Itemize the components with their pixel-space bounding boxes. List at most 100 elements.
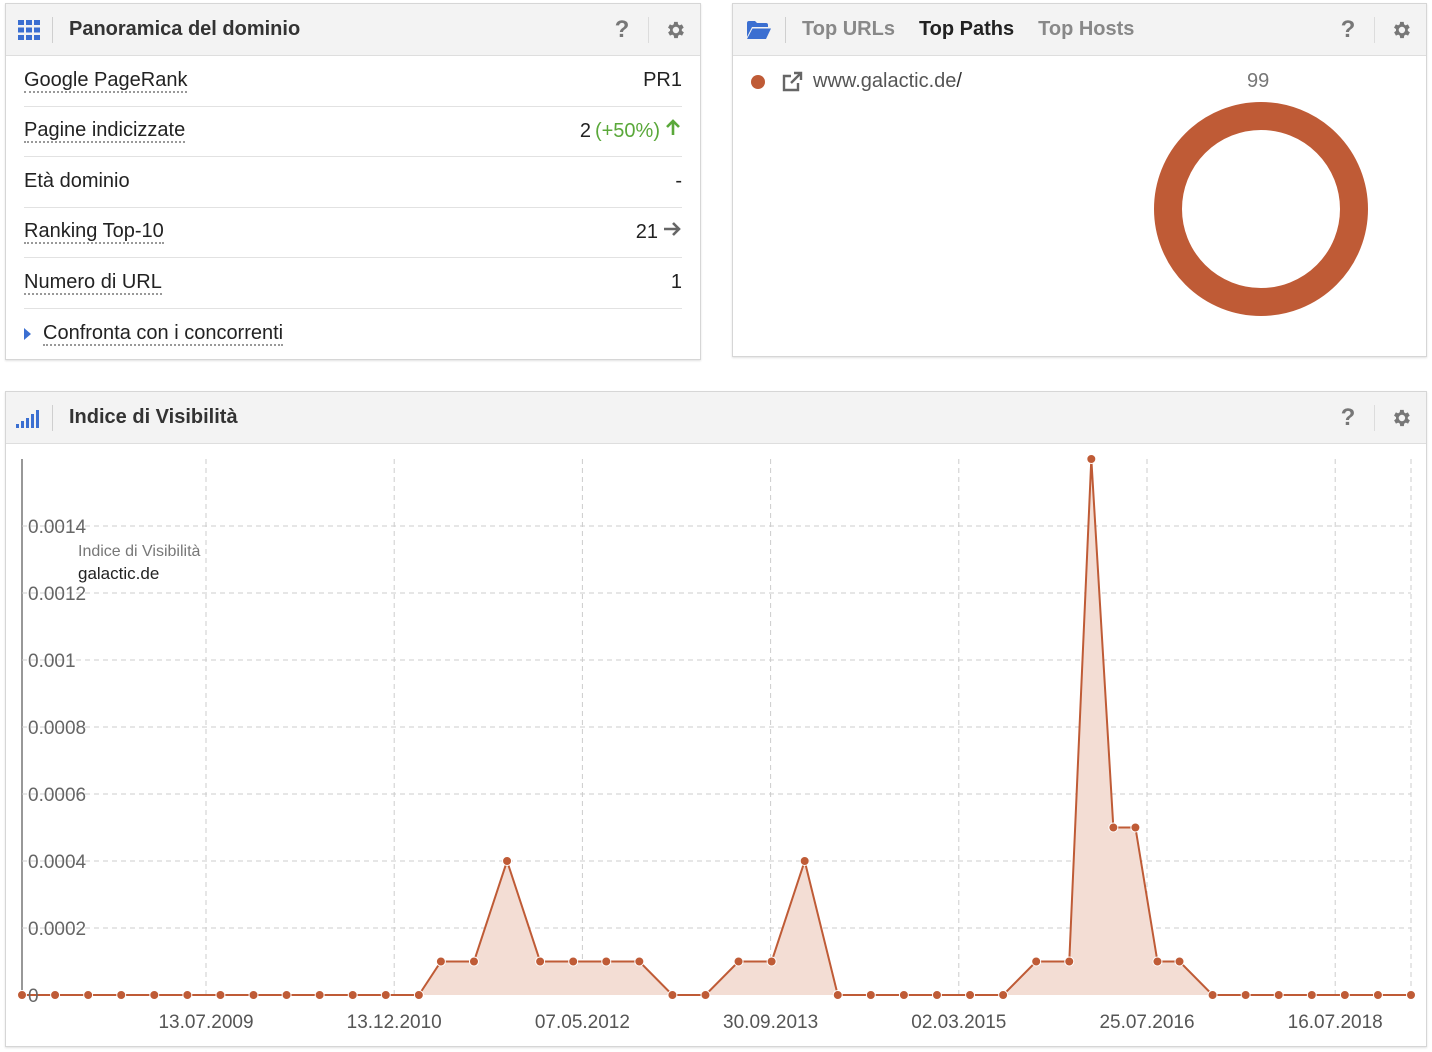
data-point[interactable] [413, 990, 424, 1000]
data-point[interactable] [700, 990, 711, 1000]
data-point[interactable] [1031, 956, 1042, 967]
right-arrow-icon [662, 220, 682, 244]
data-point[interactable] [1372, 990, 1383, 1000]
data-point[interactable] [667, 990, 678, 1000]
data-point[interactable] [182, 990, 193, 1000]
overview-header: Panoramica del dominio ? [6, 4, 700, 56]
y-tick-label: 0.001 [28, 651, 76, 672]
tab-top-paths[interactable]: Top Paths [919, 18, 1014, 41]
data-point[interactable] [1108, 822, 1119, 833]
data-point[interactable] [1273, 990, 1284, 1000]
series-dot [751, 74, 765, 89]
help-icon[interactable]: ? [1322, 404, 1374, 432]
data-point[interactable] [380, 990, 391, 1000]
indexed-pages-value[interactable]: 2 [580, 120, 591, 143]
x-tick-label: 30.09.2013 [723, 1012, 818, 1033]
data-point[interactable] [281, 990, 292, 1000]
data-point[interactable] [1306, 990, 1317, 1000]
data-point[interactable] [1339, 990, 1350, 1000]
y-tick-label: 0.0002 [28, 919, 86, 940]
row-url-count: Numero di URL 1 [24, 258, 682, 309]
indexed-pages-label[interactable]: Pagine indicizzate [24, 119, 186, 144]
path-item: www.galactic.de / [751, 70, 962, 93]
data-point[interactable] [17, 990, 27, 1000]
x-tick-label: 13.07.2009 [158, 1012, 253, 1033]
data-point[interactable] [435, 956, 446, 967]
data-point[interactable] [1064, 956, 1075, 967]
data-point[interactable] [799, 856, 810, 866]
data-point[interactable] [468, 956, 479, 967]
data-point[interactable] [601, 956, 612, 967]
overview-title: Panoramica del dominio [69, 18, 301, 40]
grid-icon [6, 4, 52, 56]
data-point[interactable] [634, 956, 645, 967]
visibility-header: Indice di Visibilità ? [6, 392, 1426, 444]
pagerank-label[interactable]: Google PageRank [24, 69, 188, 93]
external-link-icon[interactable] [781, 71, 803, 93]
row-domain-age: Età dominio - [24, 157, 682, 208]
data-point[interactable] [1406, 990, 1416, 1000]
y-tick-label: 0.0006 [28, 785, 86, 806]
data-point[interactable] [766, 956, 777, 967]
url-count-label[interactable]: Numero di URL [24, 271, 162, 295]
y-tick-label: 0.0008 [28, 718, 86, 739]
domain-age-label: Età dominio [24, 170, 130, 193]
x-tick-label: 13.12.2010 [347, 1012, 442, 1033]
data-point[interactable] [149, 990, 160, 1000]
data-point[interactable] [965, 990, 976, 1000]
header-separator [52, 16, 53, 43]
data-point[interactable] [50, 990, 61, 1000]
visibility-panel: Indice di Visibilità ? 13.07.2009 13.12.2… [5, 391, 1427, 1047]
path-value: 99 [1247, 70, 1270, 92]
pagerank-value[interactable]: PR1 [643, 69, 682, 92]
data-point[interactable] [1130, 822, 1141, 833]
visibility-title: Indice di Visibilità [69, 406, 238, 428]
url-count-value[interactable]: 1 [671, 271, 682, 294]
data-point[interactable] [1174, 956, 1185, 967]
compare-competitors[interactable]: Confronta con i concorrenti [24, 309, 682, 359]
ranking-top10-value[interactable]: 21 [636, 221, 658, 244]
gear-icon[interactable] [1374, 17, 1426, 43]
help-icon[interactable]: ? [596, 16, 648, 44]
y-tick-label: 0 [28, 986, 39, 1007]
up-arrow-icon [664, 119, 682, 143]
y-tick-label: 0.0004 [28, 852, 87, 873]
data-point[interactable] [1086, 454, 1097, 464]
tab-top-urls[interactable]: Top URLs [802, 18, 895, 41]
gear-icon[interactable] [1374, 405, 1426, 431]
top-paths-panel: Top URLs Top Paths Top Hosts ? www.galac… [732, 3, 1427, 357]
gear-icon[interactable] [648, 17, 700, 43]
tab-top-hosts[interactable]: Top Hosts [1038, 18, 1134, 41]
data-point[interactable] [931, 990, 942, 1000]
data-point[interactable] [215, 990, 226, 1000]
domain-age-value: - [675, 170, 682, 193]
data-point[interactable] [832, 990, 843, 1000]
ranking-top10-label[interactable]: Ranking Top-10 [24, 220, 164, 245]
data-point[interactable] [314, 990, 325, 1000]
data-point[interactable] [865, 990, 876, 1000]
signal-bars-icon [6, 392, 52, 444]
data-point[interactable] [568, 956, 579, 967]
path-domain[interactable]: www.galactic.de [813, 70, 956, 93]
data-point[interactable] [1207, 990, 1218, 1000]
data-point[interactable] [898, 990, 909, 1000]
compare-competitors-label[interactable]: Confronta con i concorrenti [43, 322, 284, 346]
data-point[interactable] [1152, 956, 1163, 967]
data-point[interactable] [733, 956, 744, 967]
data-point[interactable] [248, 990, 259, 1000]
header-separator [52, 404, 53, 431]
donut-chart [1154, 102, 1368, 316]
y-tick-label: 0.0012 [28, 584, 86, 605]
donut-slice[interactable] [1154, 102, 1368, 316]
row-indexed-pages: Pagine indicizzate 2 (+50%) [24, 107, 682, 157]
data-point[interactable] [502, 856, 513, 866]
path-suffix[interactable]: / [956, 70, 962, 93]
data-point[interactable] [347, 990, 358, 1000]
data-point[interactable] [998, 990, 1009, 1000]
header-separator [785, 16, 786, 43]
help-icon[interactable]: ? [1322, 16, 1374, 44]
data-point[interactable] [1240, 990, 1251, 1000]
data-point[interactable] [116, 990, 127, 1000]
data-point[interactable] [535, 956, 546, 967]
data-point[interactable] [83, 990, 94, 1000]
